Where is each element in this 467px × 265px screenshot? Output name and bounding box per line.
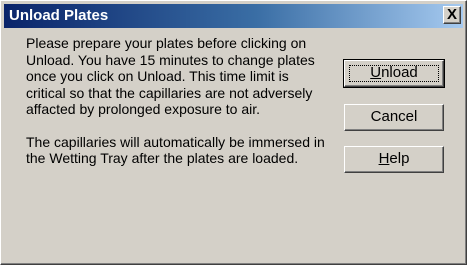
title-bar[interactable]: Unload Plates X [4,4,463,28]
unload-button-label: Unload [370,64,418,81]
message-area: Please prepare your plates before clicki… [26,35,331,167]
close-button[interactable]: X [443,6,461,24]
message-paragraph-wetting-tray: The capillaries will automatically be im… [26,133,325,167]
cancel-button[interactable]: Cancel [344,104,444,131]
help-mnemonic: H [378,150,390,167]
close-icon: X [446,6,457,23]
help-button[interactable]: Help [344,146,444,173]
unload-button[interactable]: Unload [343,59,445,88]
help-button-label: Help [379,150,410,167]
dialog-title: Unload Plates [9,7,109,24]
cancel-button-label: Cancel [370,108,418,125]
unload-plates-dialog: Unload Plates X Please prepare your plat… [0,0,467,265]
help-label-rest: elp [389,150,410,167]
unload-mnemonic: U [370,64,382,81]
unload-label-rest: nload [381,64,418,81]
message-paragraph-instructions: Please prepare your plates before clicki… [26,35,315,117]
